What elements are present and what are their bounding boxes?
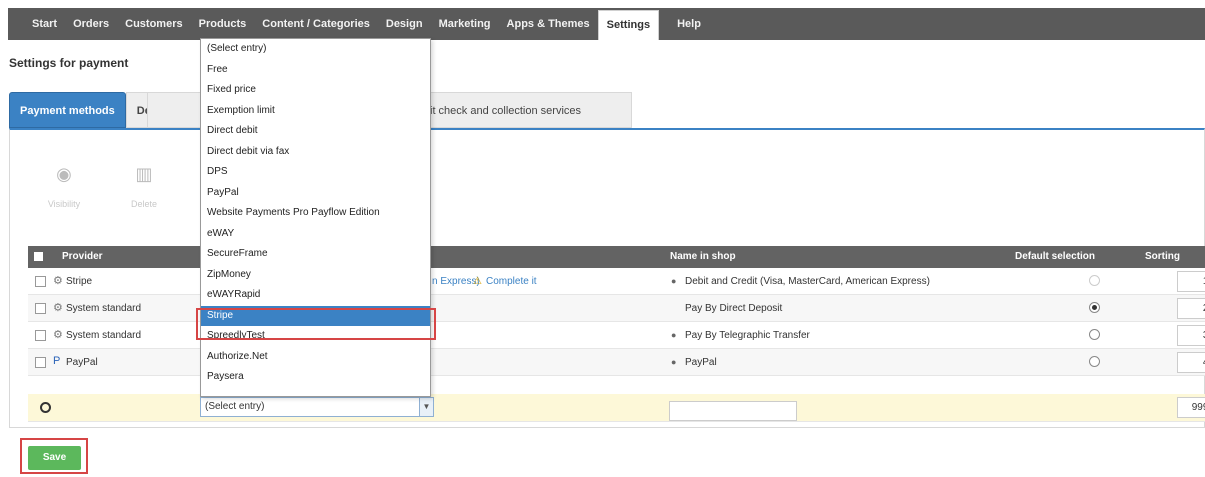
visibility-label: Visibility [47, 199, 81, 209]
dropdown-option[interactable]: SecureFrame [201, 244, 430, 265]
dropdown-option[interactable]: (Select entry) [201, 39, 430, 60]
dropdown-option[interactable]: Paysera [201, 367, 430, 388]
eye-icon: ◉ [56, 164, 72, 184]
select-all-checkbox[interactable] [34, 252, 43, 261]
trash-icon: ▥ [135, 164, 153, 184]
nav-tab-products[interactable]: Products [191, 8, 255, 40]
dropdown-option[interactable]: Authorize.Net [201, 347, 430, 368]
nav-tab-customers[interactable]: Customers [117, 8, 190, 40]
name-in-shop-input[interactable] [669, 401, 797, 421]
delete-tool[interactable]: ▥ Delete [124, 164, 164, 209]
default-radio[interactable] [1089, 302, 1100, 313]
page-title: Settings for payment [9, 56, 129, 70]
provider-icon: ⚙ [53, 329, 63, 341]
row-checkbox[interactable] [35, 357, 46, 368]
name-in-shop: Debit and Credit (Visa, MasterCard, Amer… [685, 276, 930, 287]
provider-select-value: (Select entry) [205, 401, 265, 412]
dropdown-option[interactable]: eWAYRapid [201, 285, 430, 306]
dropdown-option[interactable]: SpreedlyTest [201, 326, 430, 347]
provider-icon: ⚙ [53, 275, 63, 287]
sorting-input[interactable]: 30 [1177, 325, 1205, 346]
complete-link[interactable]: Complete it [486, 276, 537, 287]
nav-tab-design[interactable]: Design [378, 8, 431, 40]
nav-tab-orders[interactable]: Orders [65, 8, 117, 40]
top-navigation: Start Orders Customers Products Content … [8, 8, 1205, 40]
provider-dropdown-list: (Select entry) Free Fixed price Exemptio… [200, 38, 431, 397]
visibility-tool[interactable]: ◉ Visibility [44, 164, 84, 209]
dropdown-option[interactable]: ZipMoney [201, 265, 430, 286]
eye-icon[interactable]: ● [671, 276, 676, 286]
default-radio[interactable] [1089, 275, 1100, 286]
dropdown-option[interactable]: PayPal [201, 183, 430, 204]
dropdown-option[interactable]: Direct debit via fax [201, 142, 430, 163]
dropdown-option[interactable]: Exemption limit [201, 101, 430, 122]
default-radio[interactable] [1089, 356, 1100, 367]
dropdown-option[interactable]: Fixed price [201, 80, 430, 101]
name-in-shop: PayPal [685, 357, 717, 368]
nav-tab-settings[interactable]: Settings [597, 10, 660, 40]
provider-name: System standard [66, 303, 142, 314]
nav-tab-apps-themes[interactable]: Apps & Themes [499, 8, 598, 40]
warning-icon: ⚠ [473, 276, 482, 287]
dropdown-option-selected[interactable]: Stripe [201, 305, 430, 326]
row-checkbox[interactable] [35, 276, 46, 287]
row-checkbox[interactable] [35, 330, 46, 341]
header-default-selection: Default selection [1015, 251, 1096, 262]
eye-icon[interactable]: ● [671, 357, 676, 367]
provider-icon: ⚙ [53, 302, 63, 314]
dropdown-option[interactable]: Direct debit [201, 121, 430, 142]
header-provider: Provider [62, 251, 103, 262]
delete-label: Delete [130, 199, 157, 209]
provider-name: PayPal [66, 357, 98, 368]
dropdown-option[interactable]: eWAY [201, 224, 430, 245]
default-radio[interactable] [1089, 329, 1100, 340]
provider-name: Stripe [66, 276, 93, 287]
provider-select[interactable]: (Select entry) ▼ [200, 397, 434, 417]
dropdown-option[interactable]: Free [201, 60, 430, 81]
paypal-icon: P [53, 355, 61, 367]
settings-subtabs: Payment methods Depend it check and coll… [9, 92, 632, 128]
provider-name: System standard [66, 330, 142, 341]
nav-tab-start[interactable]: Start [24, 8, 65, 40]
name-in-shop: Pay By Direct Deposit [685, 303, 783, 314]
sorting-input[interactable]: 10 [1177, 271, 1205, 292]
eye-icon[interactable]: ● [671, 330, 676, 340]
sorting-input[interactable]: 9999 [1177, 397, 1205, 418]
name-in-shop: Pay By Telegraphic Transfer [685, 330, 810, 341]
header-sorting: Sorting [1145, 251, 1180, 262]
sorting-input[interactable]: 20 [1177, 298, 1205, 319]
dropdown-option[interactable]: DPS [201, 162, 430, 183]
add-icon[interactable] [40, 402, 51, 413]
sorting-input[interactable]: 40 [1177, 352, 1205, 373]
nav-tab-help[interactable]: Help [669, 8, 709, 40]
dropdown-option[interactable]: Website Payments Pro Payflow Edition [201, 203, 430, 224]
row-checkbox[interactable] [35, 303, 46, 314]
chevron-down-icon[interactable]: ▼ [419, 398, 433, 416]
header-name-in-shop: Name in shop [670, 251, 736, 262]
nav-tab-marketing[interactable]: Marketing [431, 8, 499, 40]
save-button[interactable]: Save [28, 446, 81, 470]
tab-payment-methods[interactable]: Payment methods [9, 92, 126, 128]
nav-tab-content-categories[interactable]: Content / Categories [254, 8, 378, 40]
